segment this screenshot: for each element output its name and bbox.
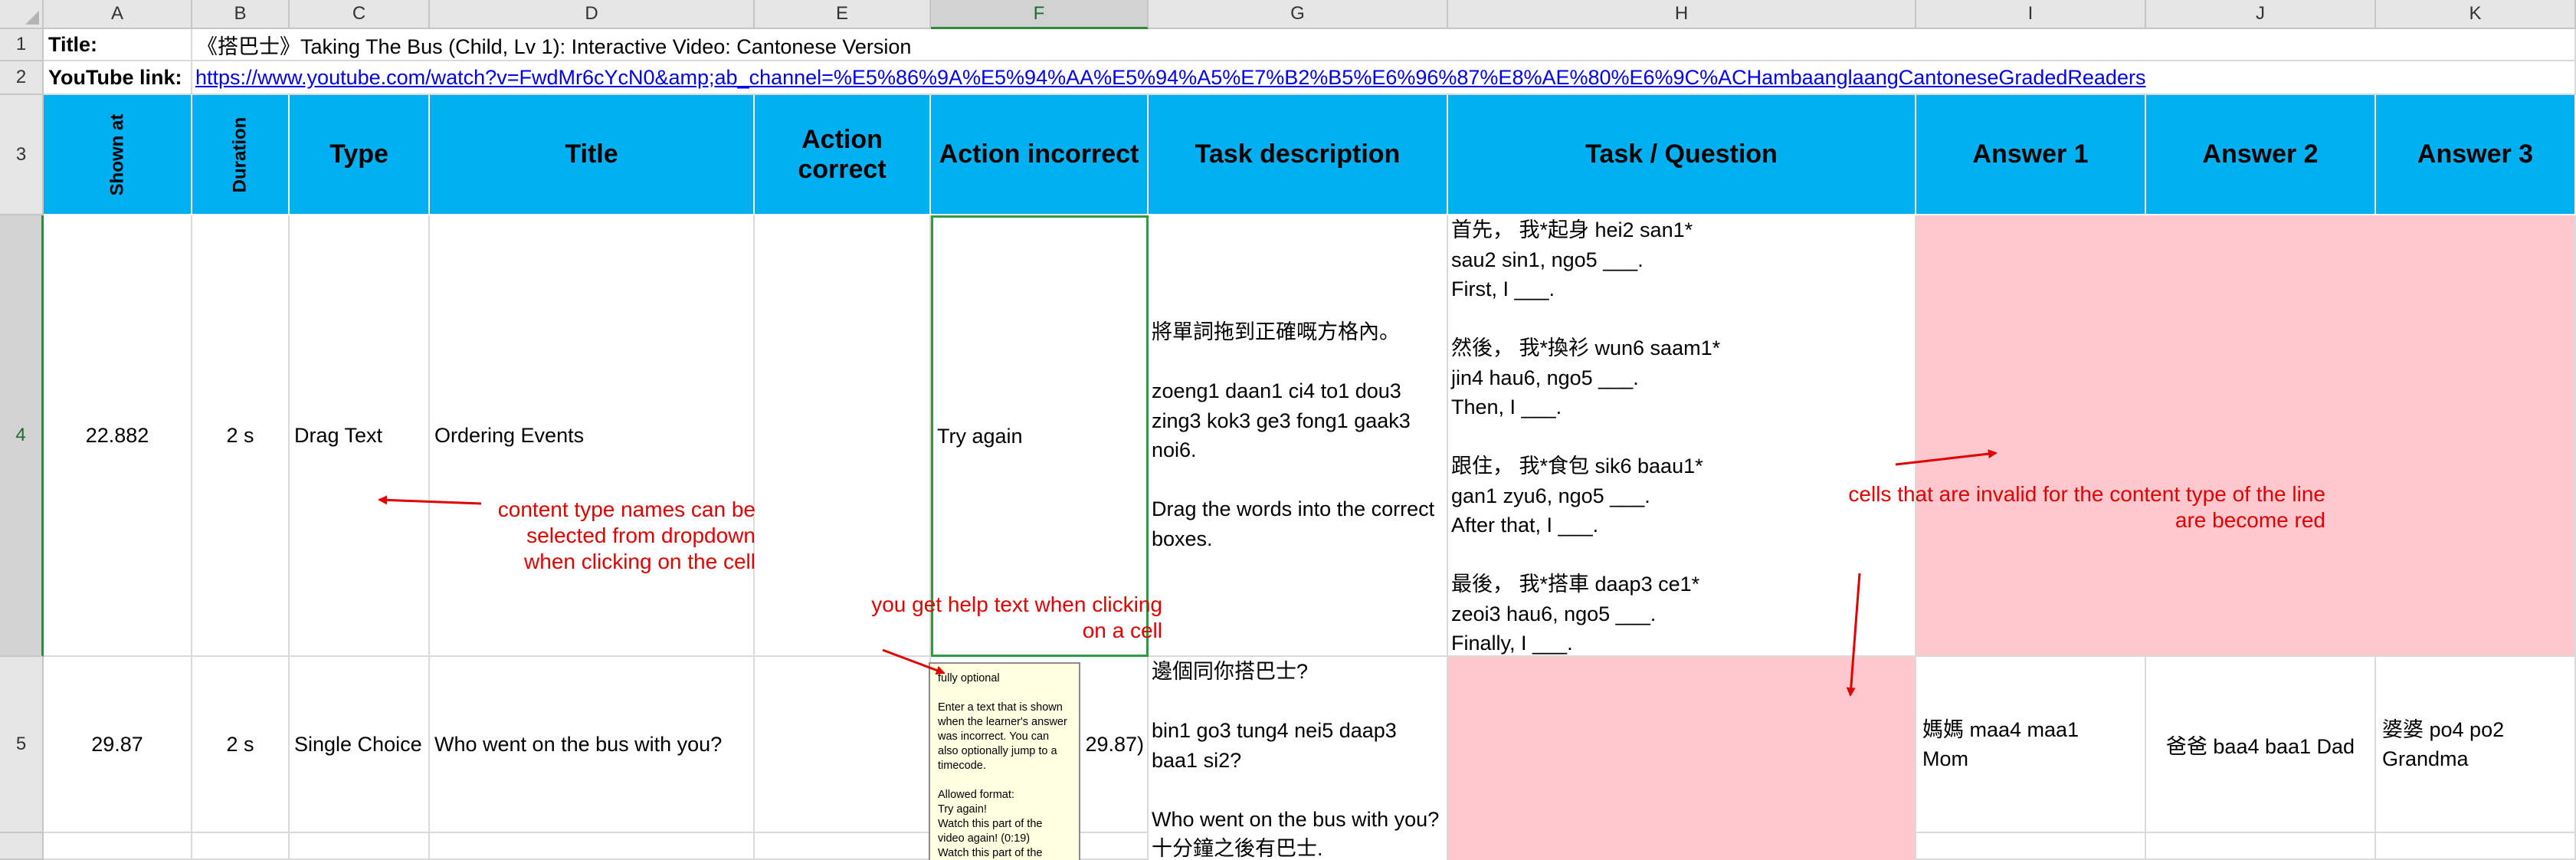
annotation-arrows xyxy=(378,449,1998,697)
arrow-to-answer-cells xyxy=(1895,449,1998,466)
arrow-to-question-cell xyxy=(1846,573,1861,697)
arrow-to-tooltip xyxy=(882,648,946,675)
arrow-to-type-cell xyxy=(378,495,482,505)
